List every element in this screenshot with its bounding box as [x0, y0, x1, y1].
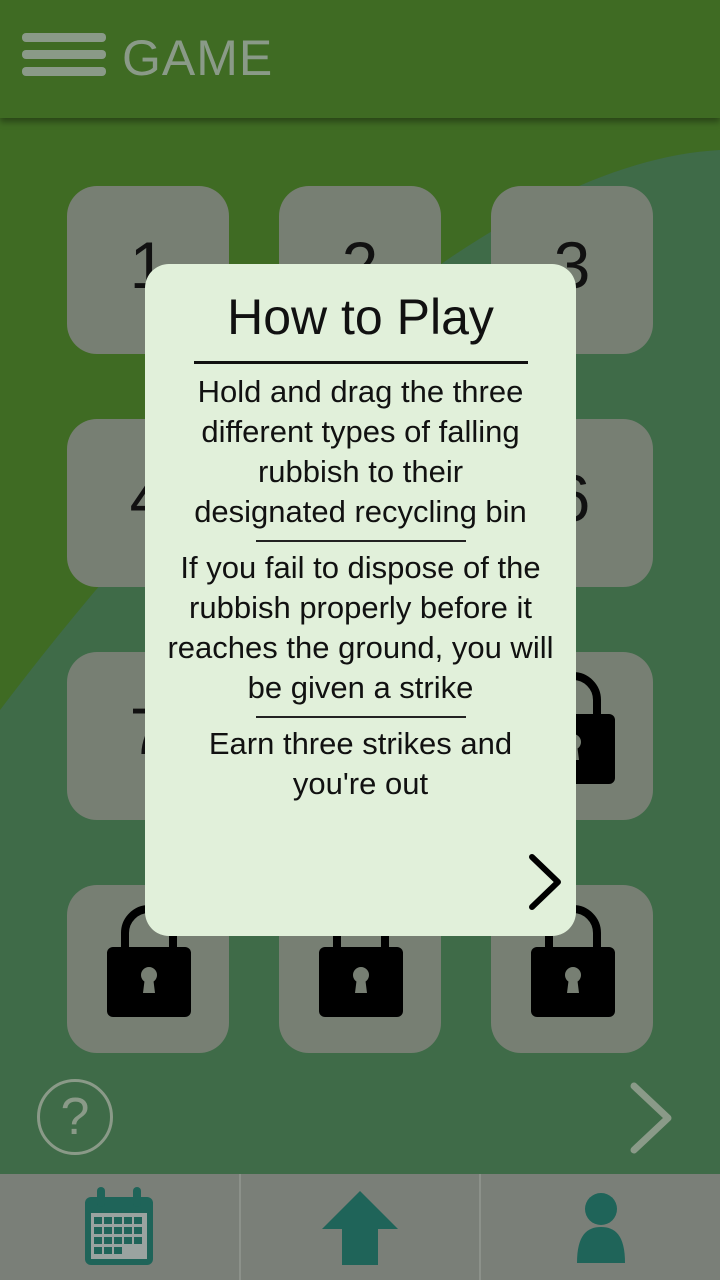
rule-text-1: Hold and drag the three different types …: [194, 374, 527, 529]
rule-text-3: Earn three strikes and you're out: [208, 726, 513, 801]
app-header: GAME: [0, 0, 720, 118]
home-icon: [322, 1191, 398, 1265]
profile-icon: [576, 1193, 625, 1263]
nav-home-button[interactable]: [238, 1174, 480, 1280]
chevron-right-icon[interactable]: [626, 1080, 676, 1156]
chevron-right-icon[interactable]: [526, 852, 564, 912]
dialog-title: How to Play: [227, 289, 494, 345]
nav-profile-button[interactable]: [479, 1174, 720, 1280]
how-to-play-dialog: How to Play Hold and drag the three diff…: [145, 264, 576, 936]
nav-calendar-button[interactable]: [0, 1174, 239, 1280]
help-button[interactable]: ?: [37, 1079, 113, 1155]
rule-divider: [255, 540, 466, 542]
calendar-icon: [85, 1187, 154, 1265]
rule-text-2: If you fail to dispose of the rubbish pr…: [167, 550, 554, 705]
hamburger-menu-icon[interactable]: [22, 33, 106, 77]
page-title: GAME: [122, 30, 274, 86]
title-divider: [193, 361, 528, 364]
rule-divider: [255, 716, 466, 718]
bottom-nav: [0, 1174, 720, 1280]
